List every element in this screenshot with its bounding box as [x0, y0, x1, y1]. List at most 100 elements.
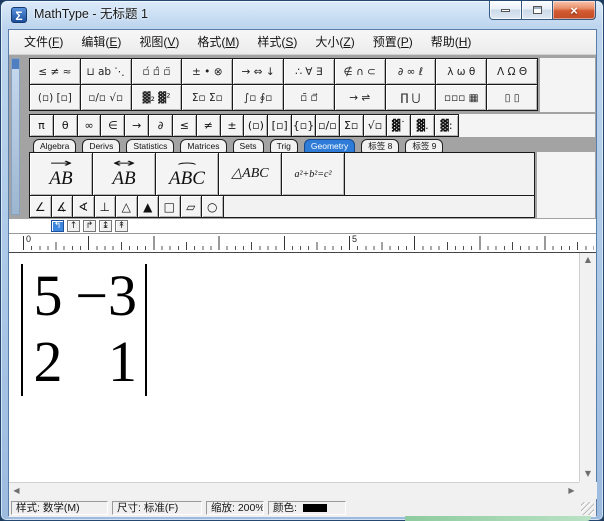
tab-custom-8[interactable]: 标签 8	[361, 139, 399, 153]
tmpl-sum[interactable]: Σ▫	[340, 115, 364, 136]
close-button[interactable]: ×	[552, 1, 596, 20]
geo-parallelogram-icon[interactable]: ▱	[181, 196, 203, 217]
ruler-tab-stop-decimal[interactable]: ↨	[99, 220, 112, 232]
menu-bar: 文件(F) 编辑(E) 视图(V) 格式(M) 样式(S) 大小(Z) 预置(P…	[9, 30, 596, 55]
menu-item-preferences[interactable]: 预置(P)	[364, 30, 422, 54]
geo-perpendicular-icon[interactable]: ⊥	[95, 196, 117, 217]
sym-element-of[interactable]: ∈	[101, 115, 125, 136]
template-scripts[interactable]: ▓₂ ▓²	[132, 85, 183, 110]
tmpl-superscript[interactable]: ▓˙	[387, 115, 411, 136]
menu-item-format[interactable]: 格式(M)	[188, 30, 248, 54]
menu-item-style[interactable]: 样式(S)	[248, 30, 306, 54]
palette-relational-symbols[interactable]: ≤ ≠ ≈	[30, 59, 81, 84]
sym-right-arrow[interactable]: →	[125, 115, 149, 136]
sym-theta[interactable]: θ	[54, 115, 78, 136]
btn-triangle-abc[interactable]: △ABC	[219, 153, 282, 195]
ruler-tab-stop-center[interactable]: ↑	[67, 220, 80, 232]
tmpl-sub-superscript[interactable]: ▓:	[435, 115, 458, 136]
geometry-symbol-row: ∠ ∡ ∢ ⊥ △ ▲ □ ▱ ○	[30, 196, 534, 217]
palette-embellishments[interactable]: ▫́ ▫̂ ▫̈	[132, 59, 183, 84]
ruler-tab-stop-bar[interactable]: ↟	[115, 220, 128, 232]
horizontal-scrollbar[interactable]: ◀ ▶	[9, 482, 579, 499]
scroll-right-icon[interactable]: ▶	[564, 484, 579, 499]
ruler-tab-stop-right[interactable]: ↱	[83, 220, 96, 232]
sym-partial[interactable]: ∂	[149, 115, 173, 136]
geometry-expression-row: → AB ↔ AB ⌢ ABC △ABC a²+b²=c	[30, 153, 534, 196]
geo-angle-slash-icon[interactable]: ∢	[73, 196, 95, 217]
tab-trig[interactable]: Trig	[270, 139, 298, 153]
template-boxes[interactable]: ▯ ▯	[487, 85, 537, 110]
palette-greek-lowercase[interactable]: λ ω θ	[436, 59, 487, 84]
geo-triangle-outline-icon[interactable]: △	[116, 196, 138, 217]
geo-angle-icon[interactable]: ∠	[30, 196, 52, 217]
template-bars-arrows[interactable]: ▫̄ ▫⃗	[284, 85, 335, 110]
minimize-button[interactable]	[489, 1, 522, 20]
scroll-up-icon[interactable]: ▲	[581, 253, 596, 268]
palette-greek-uppercase[interactable]: Λ Ω Θ	[487, 59, 537, 84]
scroll-down-icon[interactable]: ▼	[581, 467, 596, 482]
btn-vector-ab[interactable]: → AB	[30, 153, 93, 195]
menu-item-file[interactable]: 文件(F)	[15, 30, 72, 54]
resize-grip[interactable]	[581, 502, 594, 515]
equation-canvas[interactable]: 5 −3 2 1	[9, 252, 596, 482]
ruler-label-0: 0	[26, 234, 31, 244]
tmpl-braces[interactable]: {▫}	[292, 115, 316, 136]
maximize-button[interactable]	[522, 1, 552, 20]
geo-circle-icon[interactable]: ○	[202, 196, 224, 217]
menu-item-size[interactable]: 大小(Z)	[306, 30, 363, 54]
color-swatch	[303, 504, 327, 512]
scroll-left-icon[interactable]: ◀	[9, 484, 24, 499]
template-integrals[interactable]: ∫▫ ∮▫	[233, 85, 284, 110]
vector-ab-label: AB	[49, 168, 72, 189]
tmpl-fraction[interactable]: ▫/▫	[316, 115, 340, 136]
matrix-cell-1-1[interactable]: 5	[23, 264, 73, 330]
matrix-cell-2-1[interactable]: 2	[23, 330, 73, 396]
template-fractions-radicals[interactable]: ▫/▫ √▫	[81, 85, 132, 110]
menu-item-help[interactable]: 帮助(H)	[422, 30, 481, 54]
geo-triangle-filled-icon[interactable]: ▲	[138, 196, 160, 217]
ruler[interactable]: 0 5	[9, 234, 596, 252]
menu-item-view[interactable]: 视图(V)	[130, 30, 188, 54]
tab-custom-9[interactable]: 标签 9	[405, 139, 443, 153]
sym-pi[interactable]: π	[30, 115, 54, 136]
tmpl-parentheses[interactable]: (▫)	[244, 115, 268, 136]
palette-spaces-ellipses[interactable]: ⊔ ab ⋱	[81, 59, 132, 84]
btn-segment-ab[interactable]: ↔ AB	[93, 153, 156, 195]
btn-pythagorean-identity[interactable]: a²+b²=c²	[282, 153, 345, 195]
pythagorean-label: a²+b²=c²	[295, 168, 332, 181]
palette-set-theory-symbols[interactable]: ∉ ∩ ⊂	[335, 59, 386, 84]
btn-arc-abc[interactable]: ⌢ ABC	[156, 153, 219, 195]
template-products-unions[interactable]: ∏ ⋃	[386, 85, 437, 110]
tmpl-brackets[interactable]: [▫]	[268, 115, 292, 136]
geo-square-icon[interactable]: □	[159, 196, 181, 217]
palette-arrow-symbols[interactable]: → ⇔ ↓	[233, 59, 284, 84]
tab-geometry[interactable]: Geometry	[304, 139, 355, 153]
palette-operator-symbols[interactable]: ± • ⊗	[182, 59, 233, 84]
determinant-matrix[interactable]: 5 −3 2 1	[21, 264, 147, 396]
tab-sets[interactable]: Sets	[233, 139, 264, 153]
sym-not-equal[interactable]: ≠	[197, 115, 221, 136]
ruler-tab-stop-left[interactable]: ↰	[51, 220, 64, 232]
geo-measured-angle-icon[interactable]: ∡	[52, 196, 74, 217]
menu-item-edit[interactable]: 编辑(E)	[72, 30, 130, 54]
sym-plus-minus[interactable]: ±	[221, 115, 245, 136]
sym-infinity[interactable]: ∞	[78, 115, 102, 136]
tab-statistics[interactable]: Statistics	[126, 139, 174, 153]
vertical-scrollbar[interactable]: ▲ ▼	[579, 253, 596, 482]
matrix-cell-2-2[interactable]: 1	[73, 330, 145, 396]
template-labeled-arrows[interactable]: → ⇌	[335, 85, 386, 110]
template-sums[interactable]: Σ▫ Σ▫	[182, 85, 233, 110]
tab-matrices[interactable]: Matrices	[180, 139, 226, 153]
palette-logic-symbols[interactable]: ∴ ∀ ∃	[284, 59, 335, 84]
palette-misc-symbols[interactable]: ∂ ∞ ℓ	[386, 59, 437, 84]
template-matrices[interactable]: ▫▫▫ ▦	[436, 85, 487, 110]
tab-algebra[interactable]: Algebra	[33, 139, 76, 153]
sym-less-or-equal[interactable]: ≤	[173, 115, 197, 136]
tmpl-subscript[interactable]: ▓.	[411, 115, 435, 136]
tmpl-radical[interactable]: √▫	[364, 115, 388, 136]
toolbar-drag-handle[interactable]	[11, 58, 20, 215]
tab-derivs[interactable]: Derivs	[82, 139, 120, 153]
matrix-cell-1-2[interactable]: −3	[73, 264, 145, 330]
template-fences[interactable]: (▫) [▫]	[30, 85, 81, 110]
toolbar-region: ≤ ≠ ≈ ⊔ ab ⋱ ▫́ ▫̂ ▫̈ ± • ⊗ → ⇔ ↓ ∴ ∀ ∃ …	[9, 55, 596, 219]
